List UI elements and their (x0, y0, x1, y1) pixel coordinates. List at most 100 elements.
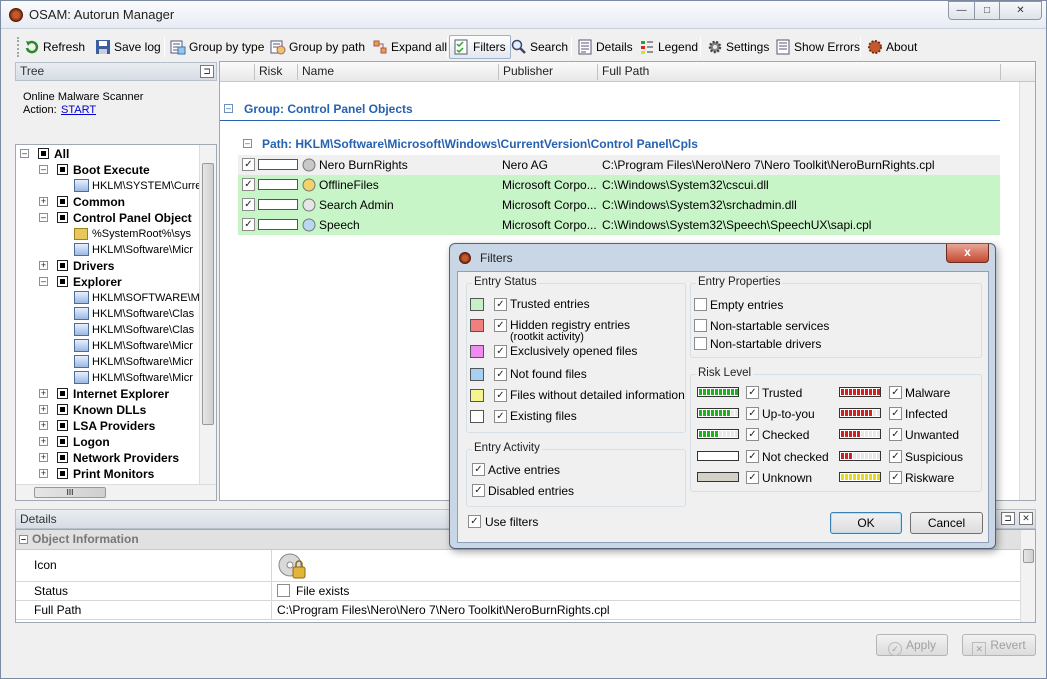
tree-expand-toggle[interactable]: – (39, 165, 48, 174)
tree-item[interactable]: HKLM\Software\Micr (16, 242, 206, 258)
start-scan-link[interactable]: START (61, 104, 96, 116)
apply-button[interactable]: ✓ Apply (876, 634, 948, 656)
legend-button[interactable]: Legend (635, 35, 702, 59)
tree-item[interactable]: HKLM\SOFTWARE\M (16, 290, 206, 306)
tree-item[interactable]: + Internet Explorer (16, 386, 206, 402)
tree-item[interactable]: – Control Panel Object (16, 210, 206, 226)
column-risk[interactable]: Risk (259, 64, 282, 78)
tree-checkbox[interactable] (57, 388, 68, 399)
about-button[interactable]: About (863, 35, 921, 59)
tree-checkbox[interactable] (57, 420, 68, 431)
tree-checkbox[interactable] (57, 452, 68, 463)
status-filter-checkbox[interactable]: ✓ (494, 368, 507, 381)
risk-filter-checkbox[interactable]: ✓ (889, 386, 902, 399)
tree-checkbox[interactable] (57, 404, 68, 415)
tree-item[interactable]: – All (16, 146, 206, 162)
column-publisher[interactable]: Publisher (503, 64, 553, 78)
column-full-path[interactable]: Full Path (602, 64, 649, 78)
risk-filter-checkbox[interactable]: ✓ (746, 407, 759, 420)
tree-expand-toggle[interactable]: + (39, 405, 48, 414)
hscroll-grip[interactable]: III (34, 487, 106, 498)
search-button[interactable]: Search (507, 35, 572, 59)
tree-expand-toggle[interactable]: + (39, 197, 48, 206)
details-scrollbar[interactable] (1020, 530, 1035, 622)
risk-filter-checkbox[interactable]: ✓ (889, 450, 902, 463)
tree-item[interactable]: HKLM\Software\Micr (16, 338, 206, 354)
risk-filter-checkbox[interactable]: ✓ (889, 407, 902, 420)
minimize-button[interactable]: — (948, 1, 975, 20)
group-by-path-button[interactable]: Group by path (266, 35, 369, 59)
file-exists-checkbox[interactable] (277, 584, 290, 597)
tree-item[interactable]: HKLM\Software\Clas (16, 306, 206, 322)
dialog-close-button[interactable]: x (946, 244, 989, 263)
tree-expand-toggle[interactable]: – (20, 149, 29, 158)
group-collapse-toggle[interactable]: – (224, 104, 233, 113)
tree-expand-toggle[interactable]: + (39, 389, 48, 398)
tree-expand-toggle[interactable]: + (39, 261, 48, 270)
risk-filter-checkbox[interactable]: ✓ (746, 428, 759, 441)
tree-item[interactable]: + Print Monitors (16, 466, 206, 482)
tree-expand-toggle[interactable]: + (39, 421, 48, 430)
tree-item[interactable]: HKLM\Software\Clas (16, 322, 206, 338)
entry-enabled-checkbox[interactable]: ✓ (242, 178, 255, 191)
tree-item[interactable]: HKLM\SYSTEM\Curre (16, 178, 206, 194)
section-collapse-toggle[interactable]: – (19, 535, 28, 544)
status-filter-checkbox[interactable]: ✓ (494, 389, 507, 402)
table-row[interactable]: ✓ Search Admin Microsoft Corpo... C:\Window… (238, 195, 1000, 215)
property-filter-checkbox[interactable] (694, 298, 707, 311)
status-filter-checkbox[interactable]: ✓ (494, 410, 507, 423)
entry-enabled-checkbox[interactable]: ✓ (242, 158, 255, 171)
grid-scrollbar[interactable] (1019, 82, 1035, 500)
tree-item[interactable]: + Logon (16, 434, 206, 450)
risk-filter-checkbox[interactable]: ✓ (889, 428, 902, 441)
tree-item[interactable]: + Drivers (16, 258, 206, 274)
cancel-button[interactable]: Cancel (910, 512, 983, 534)
details-close-icon[interactable]: ✕ (1019, 512, 1033, 525)
maximize-button[interactable]: □ (974, 1, 1000, 20)
tree-item[interactable]: – Explorer (16, 274, 206, 290)
tree-checkbox[interactable] (57, 164, 68, 175)
tree-expand-toggle[interactable]: + (39, 453, 48, 462)
column-name[interactable]: Name (302, 64, 334, 78)
tree-expand-toggle[interactable]: + (39, 469, 48, 478)
status-filter-checkbox[interactable]: ✓ (494, 298, 507, 311)
table-row[interactable]: ✓ Nero BurnRights Nero AG C:\Program Files\… (238, 155, 1000, 175)
tree-item[interactable]: %SystemRoot%\sys (16, 226, 206, 242)
table-row[interactable]: ✓ Speech Microsoft Corpo... C:\Windows\Syst… (238, 215, 1000, 235)
settings-button[interactable]: Settings (703, 35, 773, 59)
tree-checkbox[interactable] (57, 196, 68, 207)
tree-expand-toggle[interactable]: – (39, 213, 48, 222)
details-pin-icon[interactable]: ⊐ (1001, 512, 1015, 525)
entry-enabled-checkbox[interactable]: ✓ (242, 198, 255, 211)
show-errors-button[interactable]: Show Errors (771, 35, 864, 59)
ok-button[interactable]: OK (830, 512, 902, 534)
pin-icon[interactable]: ⊐ (200, 65, 214, 78)
expand-all-button[interactable]: Expand all (368, 35, 451, 59)
tree-expand-toggle[interactable]: + (39, 437, 48, 446)
tree-hscrollbar[interactable]: III (16, 484, 216, 500)
table-row[interactable]: ✓ OfflineFiles Microsoft Corpo... C:\Window… (238, 175, 1000, 195)
status-filter-checkbox[interactable]: ✓ (494, 345, 507, 358)
filters-button[interactable]: Filters (449, 35, 511, 59)
tree-checkbox[interactable] (57, 276, 68, 287)
risk-filter-checkbox[interactable]: ✓ (889, 471, 902, 484)
use-filters-checkbox[interactable]: ✓ (468, 515, 481, 528)
revert-button[interactable]: ✕ Revert (962, 634, 1036, 656)
tree-item[interactable]: + LSA Providers (16, 418, 206, 434)
path-collapse-toggle[interactable]: – (243, 139, 252, 148)
tree-item[interactable]: + Network Providers (16, 450, 206, 466)
tree-checkbox[interactable] (57, 212, 68, 223)
tree-checkbox[interactable] (57, 468, 68, 479)
risk-filter-checkbox[interactable]: ✓ (746, 450, 759, 463)
refresh-button[interactable]: Refresh (20, 35, 89, 59)
activity-filter-checkbox[interactable]: ✓ (472, 484, 485, 497)
tree-expand-toggle[interactable]: – (39, 277, 48, 286)
tree-item[interactable]: – Boot Execute (16, 162, 206, 178)
close-button[interactable]: ✕ (999, 1, 1042, 20)
group-by-type-button[interactable]: Group by type (166, 35, 268, 59)
status-filter-checkbox[interactable]: ✓ (494, 319, 507, 332)
tree-item[interactable]: + Known DLLs (16, 402, 206, 418)
activity-filter-checkbox[interactable]: ✓ (472, 463, 485, 476)
tree-scrollbar[interactable] (199, 145, 216, 484)
property-filter-checkbox[interactable] (694, 319, 707, 332)
